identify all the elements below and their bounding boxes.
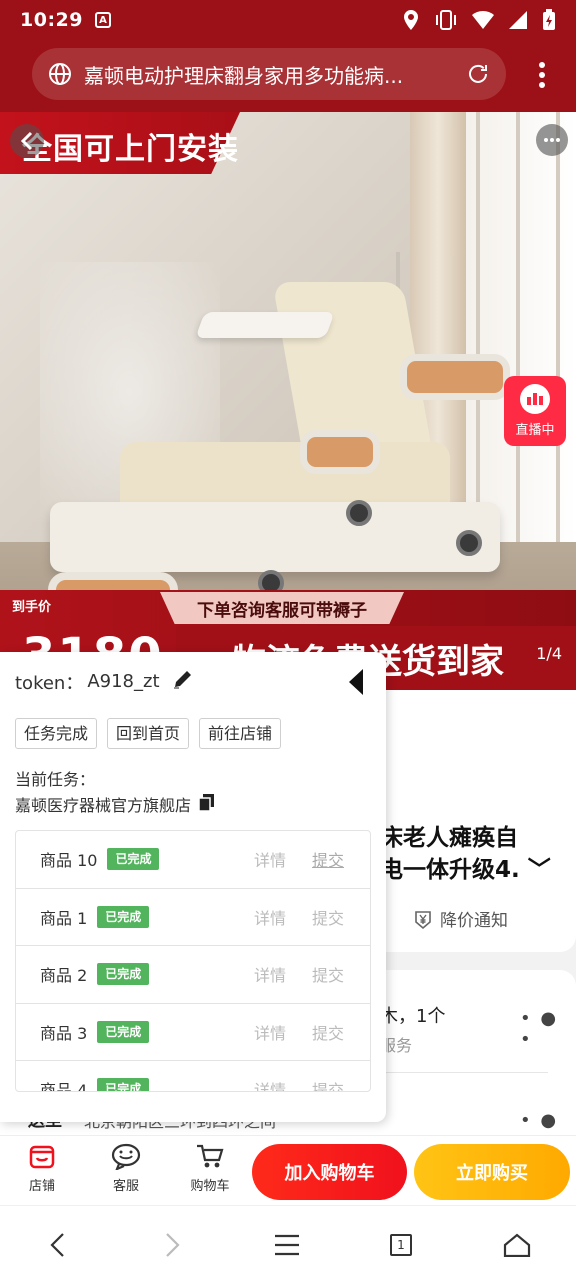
task-name: 商品 3: [40, 1023, 88, 1043]
current-task-label: 当前任务：: [15, 770, 96, 789]
chevron-down-icon[interactable]: ﹀: [520, 857, 551, 883]
window-decoration: [456, 112, 576, 542]
purchase-bar: 店铺 客服 购物车 加入购物车 立即购买: [0, 1135, 576, 1205]
status-badge: 已完成: [97, 963, 150, 986]
status-badge: 已完成: [97, 1020, 150, 1043]
token-label: token：: [15, 672, 84, 694]
more-horizontal-icon[interactable]: • ● •: [520, 1008, 576, 1050]
promo-text: 全国可上门安装: [22, 132, 239, 167]
status-badge: 已完成: [107, 848, 160, 871]
url-title: 嘉顿电动护理床翻身家用多功能病...: [84, 63, 404, 88]
task-submit-link[interactable]: 提交: [312, 847, 344, 871]
copy-icon[interactable]: [197, 792, 217, 816]
globe-icon: [49, 63, 71, 85]
current-task-shop: 嘉顿医疗器械官方旗舰店: [15, 792, 217, 816]
wifi-icon: [472, 10, 494, 29]
status-badge: 已完成: [97, 1078, 150, 1091]
bed-table-image: [195, 312, 335, 338]
task-detail-link[interactable]: 详情: [254, 847, 286, 871]
task-name: 商品 10: [40, 851, 98, 871]
price-cut-button[interactable]: 降价通知: [412, 906, 508, 931]
panel-actions: 任务完成 回到首页 前往店铺: [15, 718, 282, 749]
back-icon[interactable]: [42, 1230, 72, 1260]
location-icon: [404, 10, 418, 30]
spec-text[interactable]: 木，1个: [380, 1002, 445, 1028]
task-list[interactable]: 商品 10 已完成 详情 提交 商品 1 已完成 详情 提交 商品 2 已完成 …: [15, 830, 371, 1092]
pencil-icon[interactable]: [172, 668, 194, 695]
divider: [380, 1072, 548, 1073]
wheel-image: [346, 500, 372, 526]
token-value: A918_zt: [87, 671, 160, 692]
customer-service-button[interactable]: 客服: [96, 1142, 156, 1194]
buy-now-button[interactable]: 立即购买: [414, 1144, 570, 1200]
task-detail-link[interactable]: 详情: [254, 962, 286, 986]
task-name: 商品 1: [40, 908, 88, 928]
task-row: 商品 4 已完成 详情 提交: [16, 1061, 370, 1092]
status-time: 10:29: [20, 9, 83, 31]
live-icon: [520, 384, 550, 414]
collapse-panel-icon[interactable]: [348, 668, 364, 700]
price-tag-label: 到手价: [12, 600, 52, 615]
task-name: 商品 2: [40, 966, 88, 986]
task-row: 商品 3 已完成 详情 提交: [16, 1004, 370, 1061]
browser-nav-bar: 1: [0, 1205, 576, 1280]
shop-icon: [29, 1145, 55, 1169]
tabs-button[interactable]: 1: [386, 1230, 416, 1260]
status-badge: 已完成: [97, 905, 150, 928]
task-detail-link[interactable]: 详情: [254, 1020, 286, 1044]
task-detail-link[interactable]: 详情: [254, 1077, 286, 1091]
browser-toolbar: 嘉顿电动护理床翻身家用多功能病...: [0, 40, 576, 112]
task-submit-link[interactable]: 提交: [312, 1020, 344, 1044]
more-horizontal-icon: [544, 138, 560, 142]
task-submit-link[interactable]: 提交: [312, 1077, 344, 1091]
chevron-left-icon: [20, 131, 33, 151]
menu-icon[interactable]: [272, 1230, 302, 1260]
cart-icon: [197, 1144, 224, 1168]
address-bar[interactable]: 嘉顿电动护理床翻身家用多功能病...: [32, 48, 506, 100]
back-button[interactable]: [10, 124, 44, 158]
signal-icon: [509, 11, 527, 29]
token-row: token： A918_zt: [15, 668, 194, 695]
reload-icon[interactable]: [466, 62, 490, 90]
status-icons: [402, 9, 556, 31]
task-row: 商品 2 已完成 详情 提交: [16, 946, 370, 1004]
cart-button[interactable]: 购物车: [180, 1142, 240, 1194]
task-submit-link[interactable]: 提交: [312, 962, 344, 986]
notification-icon: A: [94, 12, 111, 28]
task-submit-link[interactable]: 提交: [312, 905, 344, 929]
shop-button[interactable]: 店铺: [12, 1142, 72, 1194]
product-title: 床老人瘫痪自 电一体升级4. ﹀: [380, 825, 551, 883]
live-stream-button[interactable]: 直播中: [504, 376, 566, 446]
go-home-button[interactable]: 回到首页: [107, 718, 190, 749]
chat-icon: [111, 1143, 141, 1170]
tab-count: 1: [390, 1234, 412, 1256]
more-vertical-icon[interactable]: [538, 62, 546, 92]
vibrate-icon: [436, 10, 456, 30]
task-row: 商品 1 已完成 详情 提交: [16, 889, 370, 946]
battery-icon: [543, 9, 555, 30]
more-button[interactable]: [536, 124, 568, 156]
go-store-button[interactable]: 前往店铺: [199, 718, 282, 749]
bell-yen-icon: [415, 910, 431, 929]
add-to-cart-button[interactable]: 加入购物车: [252, 1144, 407, 1200]
bed-rail-image: [300, 430, 380, 474]
bed-frame-image: [50, 502, 500, 572]
task-complete-button[interactable]: 任务完成: [15, 718, 98, 749]
bed-rail-image: [400, 354, 510, 400]
gallery-pager: 1/4: [536, 644, 562, 663]
forward-icon[interactable]: [158, 1230, 188, 1260]
task-panel: token： A918_zt 任务完成 回到首页 前往店铺 当前任务： 嘉顿医疗…: [0, 652, 386, 1122]
task-row: 商品 10 已完成 详情 提交: [16, 831, 370, 889]
home-icon[interactable]: [502, 1230, 532, 1260]
live-label: 直播中: [515, 423, 555, 438]
task-name: 商品 4: [40, 1081, 88, 1092]
task-detail-link[interactable]: 详情: [254, 905, 286, 929]
consult-banner: 下单咨询客服可带褥子: [160, 592, 404, 624]
wheel-image: [456, 530, 482, 556]
status-bar: 10:29 A: [0, 0, 576, 40]
product-gallery[interactable]: 全国可上门安装 直播中 到手价 下单咨询客服可带褥子 3180 物流免费送货到家…: [0, 112, 576, 690]
